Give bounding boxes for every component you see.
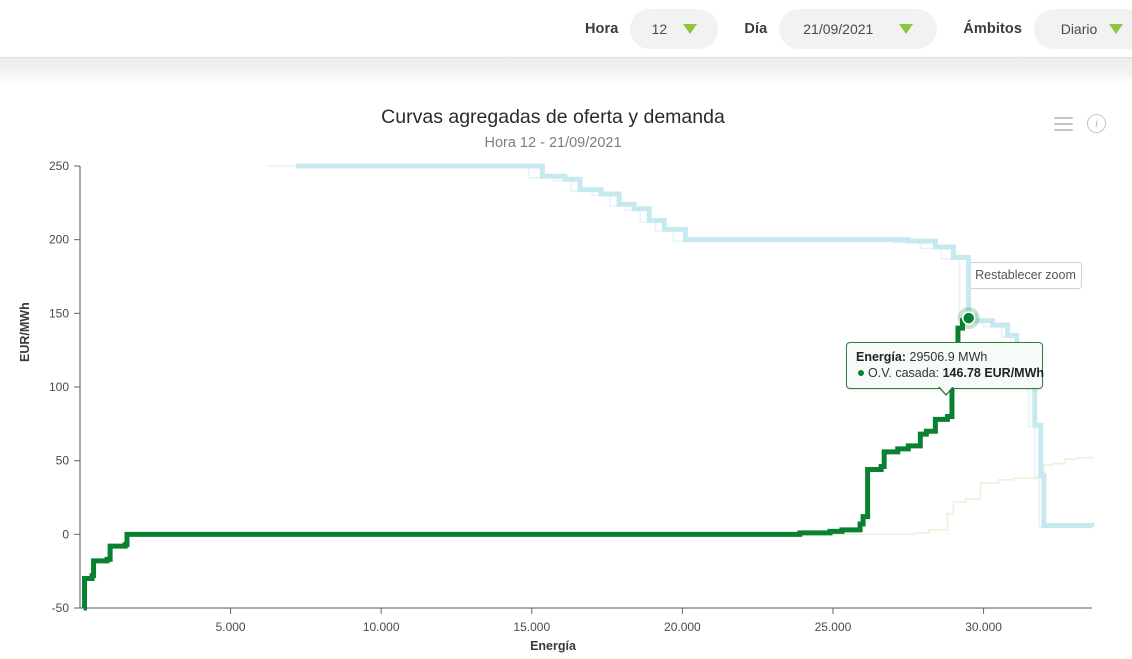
x-tick-label: 30.000 (965, 620, 1002, 634)
toolbar-separator-band (0, 57, 1132, 84)
chart-tooltip: Energía: 29506.9 MWh O.V. casada: 146.78… (846, 342, 1044, 389)
hora-dropdown-value: 12 (651, 20, 668, 37)
x-tick-label: 5.000 (216, 620, 246, 634)
top-filter-toolbar: Hora 12 Día 21/09/2021 Ámbitos Diario (0, 0, 1132, 57)
chevron-down-icon (1109, 23, 1124, 34)
y-tick-label: -50 (52, 601, 70, 615)
y-axis-title: EUR/MWh (18, 302, 32, 362)
tooltip-energy-row: Energía: 29506.9 MWh (856, 349, 1033, 365)
hora-dropdown[interactable]: 12 (630, 8, 719, 49)
y-tick-label: 50 (56, 454, 70, 468)
tooltip-energy-label: Energía: (856, 350, 907, 364)
dia-dropdown[interactable]: 21/09/2021 (779, 8, 938, 49)
filter-label-dia: Día (744, 20, 768, 37)
series-color-dot (858, 370, 864, 377)
y-tick-label: 0 (62, 527, 69, 541)
ambitos-dropdown[interactable]: Diario (1034, 8, 1132, 49)
series-line[interactable] (82, 318, 972, 611)
y-tick-label: 200 (49, 233, 69, 247)
tooltip-pointer (938, 387, 954, 396)
tooltip-series-value: 146.78 EUR/MWh (942, 366, 1045, 380)
chevron-down-icon (683, 23, 698, 34)
filter-group-ambitos: Ámbitos Diario (963, 8, 1132, 49)
filter-group-dia: Día 21/09/2021 (744, 8, 938, 49)
x-tick-label: 20.000 (664, 620, 701, 634)
filter-label-hora: Hora (584, 20, 619, 37)
x-tick-label: 15.000 (513, 620, 550, 634)
y-tick-label: 150 (49, 306, 69, 320)
y-tick-label: 250 (49, 159, 69, 173)
x-axis-title: Energía (530, 639, 576, 653)
y-tick-label: 100 (49, 380, 69, 394)
highlight-marker[interactable] (961, 311, 976, 325)
series-line[interactable] (808, 456, 1093, 536)
tooltip-energy-value: 29506.9 MWh (909, 350, 988, 364)
tooltip-series-row: O.V. casada: 146.78 EUR/MWh (856, 365, 1044, 381)
x-tick-label: 25.000 (815, 620, 852, 634)
filter-group-hora: Hora 12 (584, 8, 719, 49)
chart-panel: Curvas agregadas de oferta y demanda Hor… (0, 84, 1132, 659)
ambitos-dropdown-value: Diario (1060, 20, 1098, 37)
dia-dropdown-value: 21/09/2021 (803, 20, 874, 37)
x-tick-label: 10.000 (363, 620, 400, 634)
filter-label-ambitos: Ámbitos (963, 20, 1022, 37)
tooltip-series-label: O.V. casada: (868, 366, 940, 380)
chevron-down-icon (899, 23, 914, 34)
